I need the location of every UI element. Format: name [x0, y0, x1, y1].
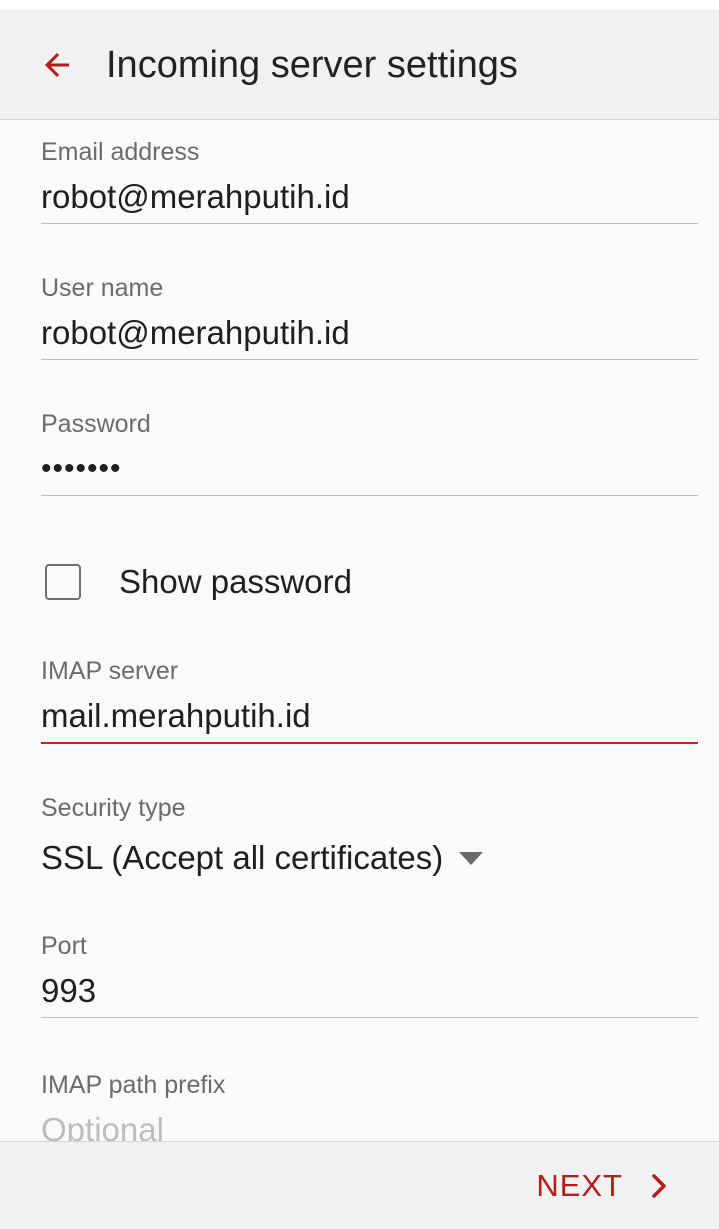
imap-path-prefix-label: IMAP path prefix	[41, 1071, 226, 1099]
security-type-select[interactable]: SSL (Accept all certificates)	[41, 833, 484, 883]
back-button[interactable]	[32, 40, 82, 90]
bottom-bar: NEXT	[0, 1141, 719, 1229]
next-label: NEXT	[536, 1168, 623, 1203]
email-label: Email address	[41, 138, 200, 166]
imap-path-prefix-field[interactable]: Optional	[41, 1110, 698, 1141]
username-label: User name	[41, 274, 164, 302]
username-field[interactable]: robot@merahputih.id	[41, 313, 698, 360]
port-field[interactable]: 993	[41, 971, 698, 1018]
dropdown-arrow-icon	[459, 851, 484, 865]
imap-server-field[interactable]: mail.merahputih.id	[41, 696, 698, 744]
arrow-left-icon	[45, 53, 69, 77]
show-password-toggle[interactable]: Show password	[45, 557, 352, 607]
app-bar: Incoming server settings	[0, 10, 719, 120]
show-password-checkbox[interactable]	[45, 564, 81, 600]
email-field[interactable]: robot@merahputih.id	[41, 177, 698, 224]
password-field[interactable]: •••••••	[41, 449, 698, 496]
password-label: Password	[41, 410, 151, 438]
security-type-value: SSL (Accept all certificates)	[41, 839, 444, 876]
screen: Incoming server settings Email address r…	[0, 0, 719, 1229]
status-strip	[0, 0, 719, 10]
show-password-label: Show password	[119, 563, 352, 600]
imap-server-label: IMAP server	[41, 657, 179, 685]
chevron-right-icon	[649, 1173, 671, 1199]
next-button[interactable]: NEXT	[536, 1164, 671, 1208]
page-title: Incoming server settings	[106, 44, 518, 86]
port-label: Port	[41, 932, 87, 960]
security-type-label: Security type	[41, 794, 186, 822]
settings-form: Email address robot@merahputih.id User n…	[0, 120, 719, 1141]
